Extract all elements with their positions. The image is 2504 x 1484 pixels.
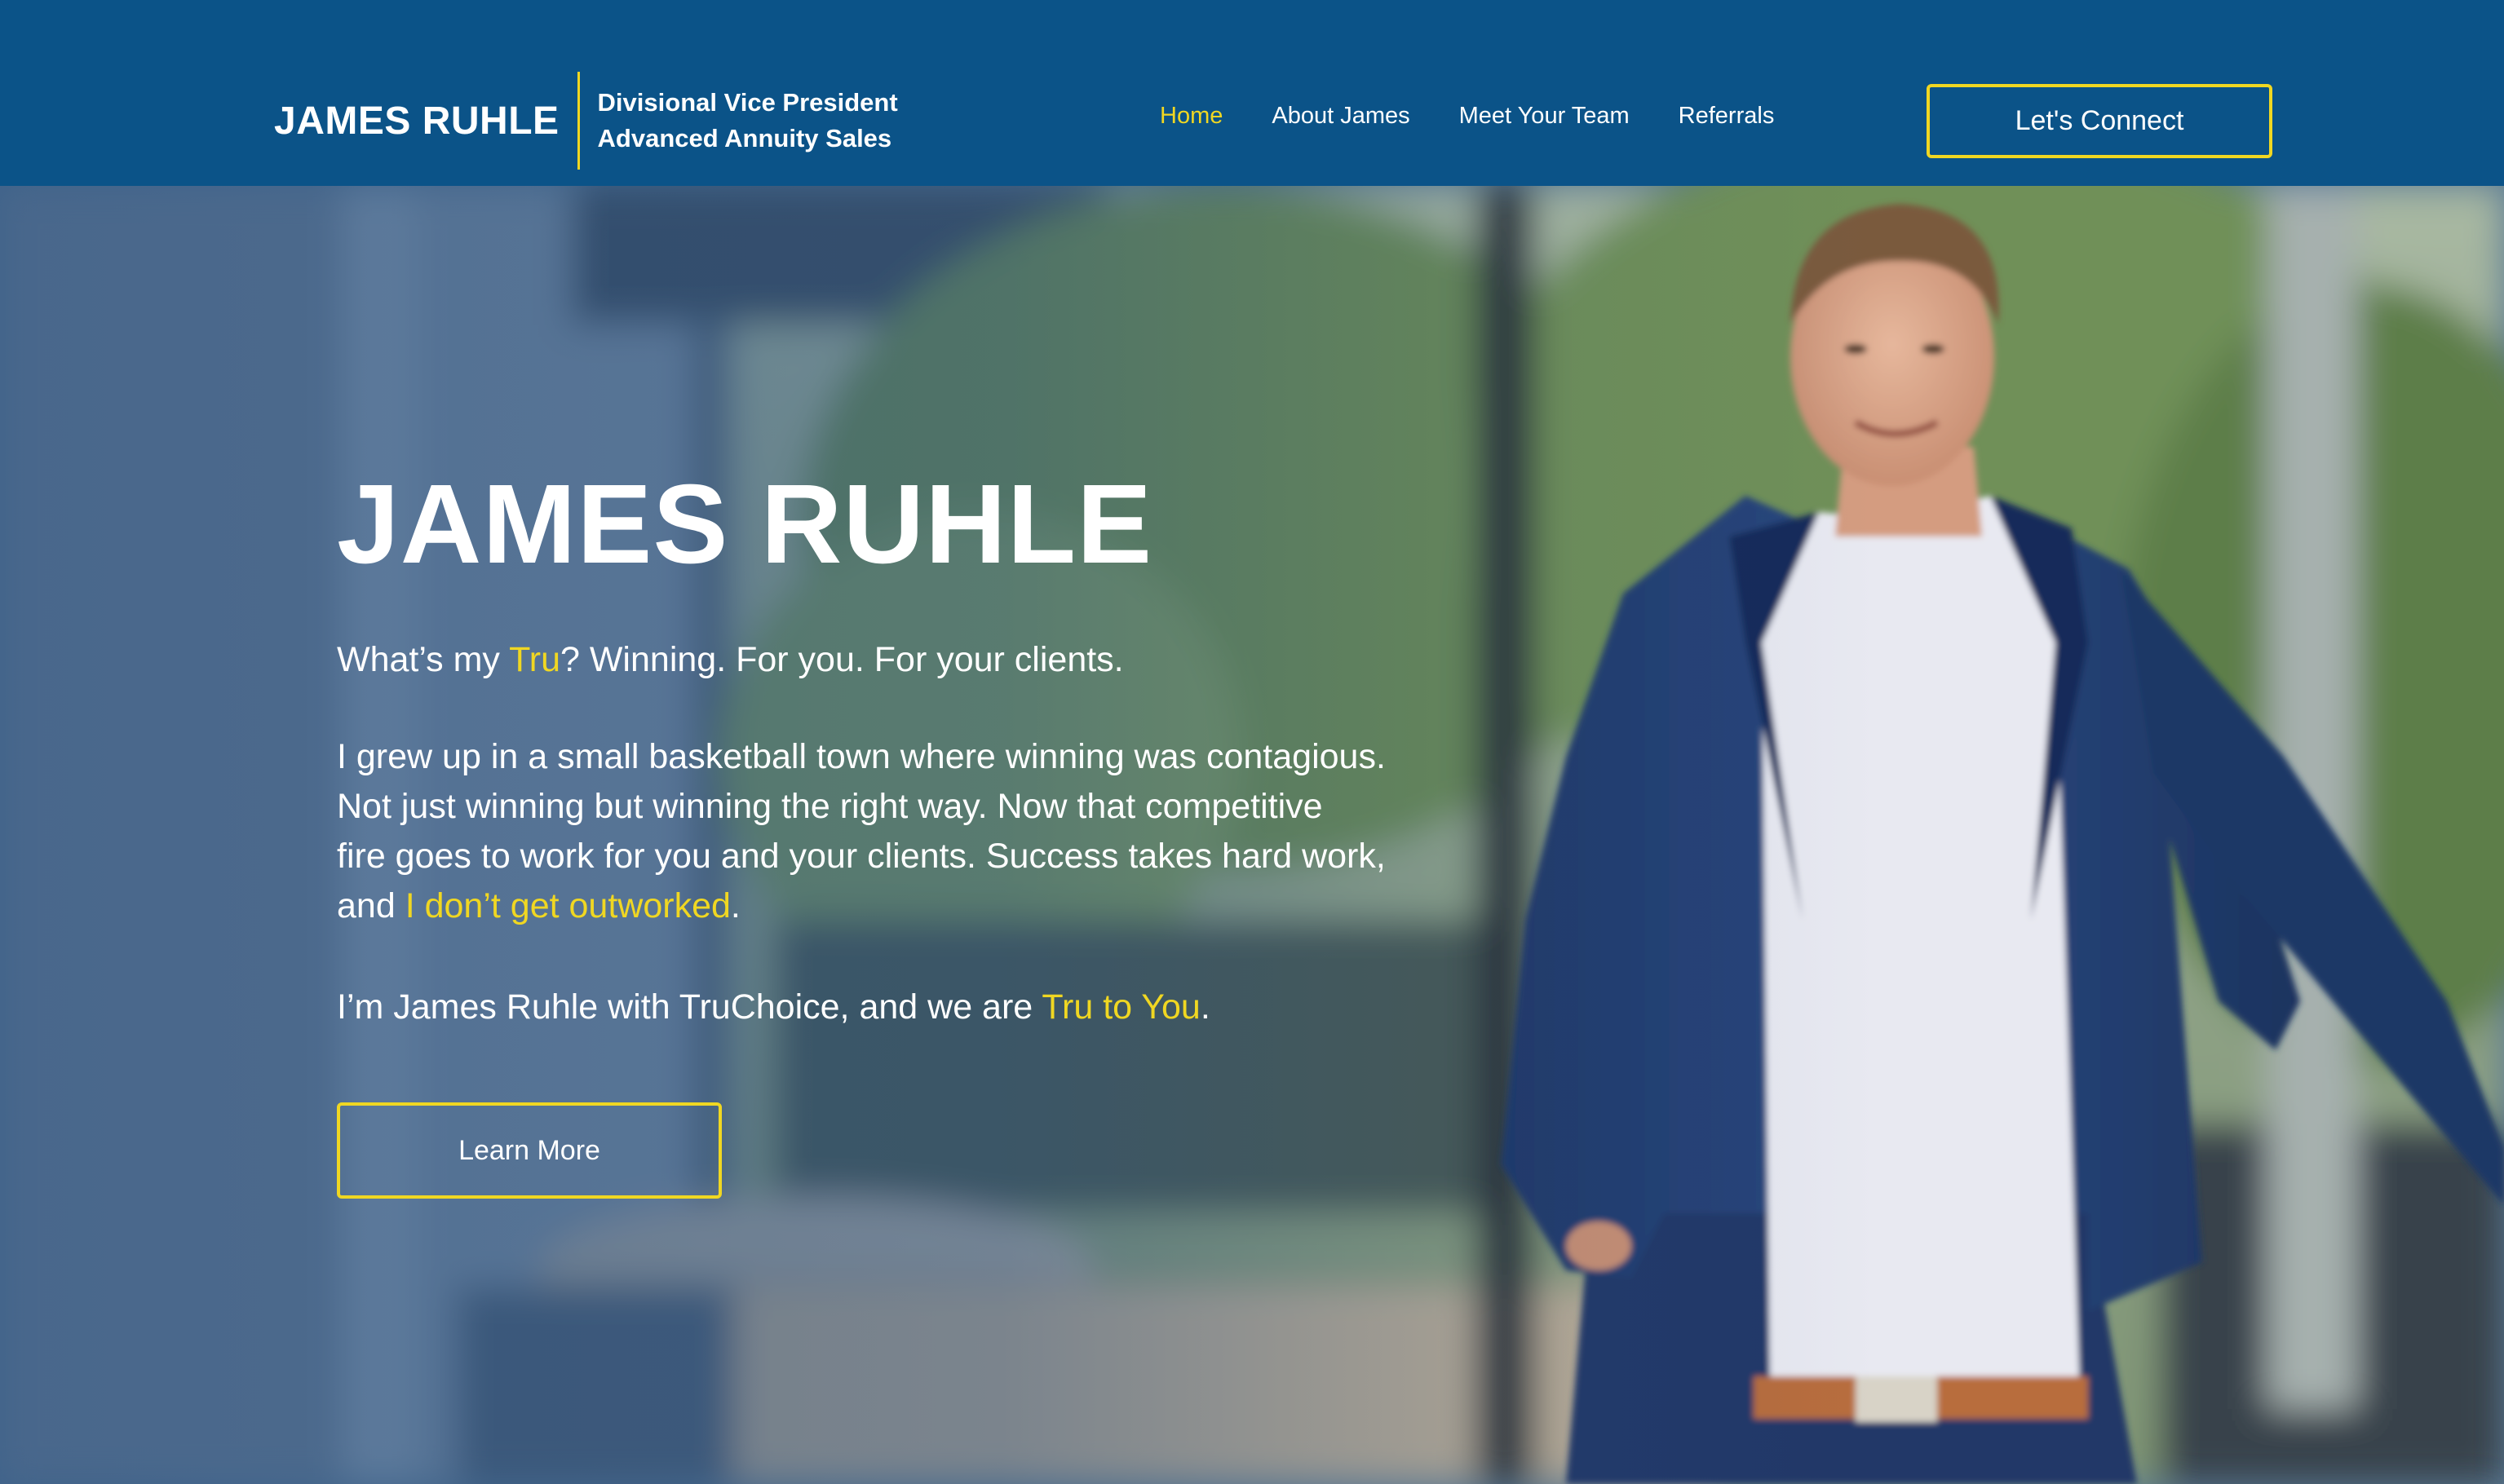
- hero-section: JAMES RUHLE What’s my Tru? Winning. For …: [0, 186, 2504, 1484]
- brand-title: Divisional Vice President Advanced Annui…: [580, 85, 898, 157]
- paragraph-line-3: fire goes to work for you and your clien…: [337, 837, 1386, 876]
- paragraph-highlight: I don’t get outworked: [405, 886, 731, 925]
- closing-text: I’m James Ruhle with TruChoice, and we a…: [337, 987, 1042, 1027]
- hero-content: JAMES RUHLE What’s my Tru? Winning. For …: [337, 468, 1479, 1032]
- paragraph-line-4-post: .: [730, 886, 741, 925]
- site-header: JAMES RUHLE Divisional Vice President Ad…: [0, 0, 2504, 186]
- nav-referrals[interactable]: Referrals: [1679, 103, 1775, 130]
- hero-title: JAMES RUHLE: [337, 462, 1153, 587]
- brand-title-line-1: Divisional Vice President: [597, 88, 898, 117]
- main-nav: Home About James Meet Your Team Referral…: [1160, 103, 1823, 130]
- hero-tagline: What’s my Tru? Winning. For you. For you…: [337, 634, 1479, 685]
- tagline-highlight: Tru: [509, 640, 560, 679]
- closing-period: .: [1200, 987, 1210, 1027]
- paragraph-line-4: and I don’t get outworked.: [337, 881, 1479, 931]
- closing-highlight: Tru to You: [1042, 987, 1201, 1027]
- brand-title-line-2: Advanced Annuity Sales: [597, 124, 892, 152]
- lets-connect-button[interactable]: Let's Connect: [1927, 84, 2272, 158]
- paragraph-line-2: Not just winning but winning the right w…: [337, 787, 1323, 826]
- paragraph-line-4-pre: and: [337, 886, 405, 925]
- brand[interactable]: JAMES RUHLE Divisional Vice President Ad…: [274, 72, 898, 170]
- tagline-text-2: ? Winning. For you. For your clients.: [560, 640, 1124, 679]
- nav-meet-your-team[interactable]: Meet Your Team: [1459, 103, 1630, 130]
- hero-closing: I’m James Ruhle with TruChoice, and we a…: [337, 982, 1479, 1032]
- nav-about-james[interactable]: About James: [1272, 103, 1409, 130]
- brand-name[interactable]: JAMES RUHLE: [274, 99, 577, 144]
- hero-paragraph: I grew up in a small basketball town whe…: [337, 732, 1479, 931]
- paragraph-line-1: I grew up in a small basketball town whe…: [337, 737, 1386, 776]
- nav-home[interactable]: Home: [1160, 103, 1223, 130]
- tagline-text-1: What’s my: [337, 640, 510, 679]
- learn-more-button[interactable]: Learn More: [337, 1102, 722, 1199]
